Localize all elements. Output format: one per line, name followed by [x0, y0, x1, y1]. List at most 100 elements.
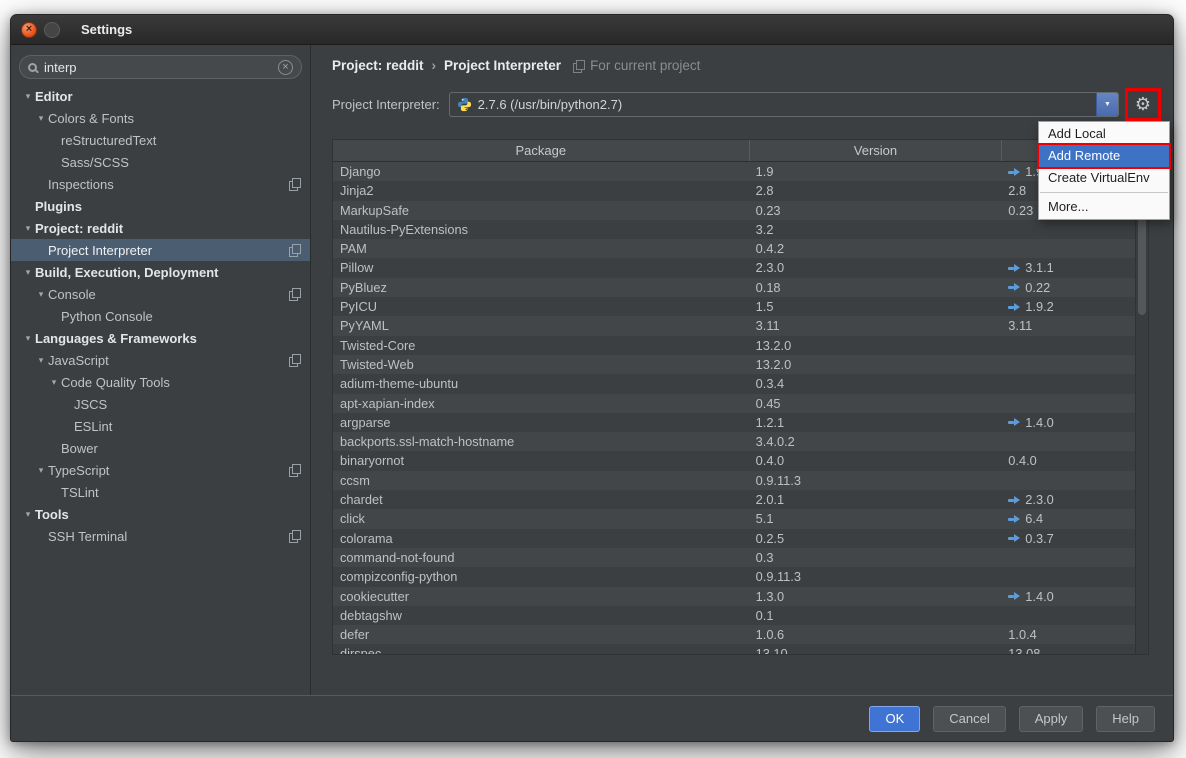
package-latest: 13.08	[1001, 644, 1148, 655]
table-row-dirspec[interactable]: dirspec13.1013.08	[333, 644, 1148, 655]
package-version: 13.2.0	[749, 336, 1002, 355]
expander-icon[interactable]: ▾	[47, 377, 61, 388]
sidebar-item-languages-frameworks[interactable]: ▾Languages & Frameworks	[11, 327, 310, 349]
package-name: ccsm	[333, 471, 749, 490]
expander-icon[interactable]: ▾	[34, 113, 48, 124]
column-header-package[interactable]: Package	[333, 140, 749, 161]
package-latest: 1.9.2	[1001, 297, 1148, 316]
table-row-pyicu[interactable]: PyICU1.51.9.2	[333, 297, 1148, 316]
table-row-defer[interactable]: defer1.0.61.0.4	[333, 625, 1148, 644]
help-button[interactable]: Help	[1096, 706, 1155, 732]
apply-button[interactable]: Apply	[1019, 706, 1084, 732]
breadcrumb-section[interactable]: Project Interpreter	[444, 58, 561, 73]
sidebar-item-python-console[interactable]: Python Console	[11, 305, 310, 327]
upgrade-arrow-icon	[1008, 515, 1020, 523]
sidebar-item-javascript[interactable]: ▾JavaScript	[11, 349, 310, 371]
table-row-debtagshw[interactable]: debtagshw0.1	[333, 606, 1148, 625]
ok-button[interactable]: OK	[869, 706, 920, 732]
dialog-buttons: OK Cancel Apply Help	[11, 695, 1173, 741]
table-row-click[interactable]: click5.16.4	[333, 509, 1148, 528]
settings-search-input[interactable]	[44, 60, 271, 75]
sidebar-item-editor[interactable]: ▾Editor	[11, 85, 310, 107]
expander-icon[interactable]: ▾	[21, 223, 35, 234]
shared-settings-icon	[289, 244, 300, 256]
sidebar-item-label: Python Console	[61, 309, 153, 324]
sidebar-item-jscs[interactable]: JSCS	[11, 393, 310, 415]
menu-item-create-virtualenv[interactable]: Create VirtualEnv	[1039, 167, 1169, 189]
package-table-header: PackageVersionLatest	[333, 140, 1148, 162]
table-row-pybluez[interactable]: PyBluez0.180.22	[333, 278, 1148, 297]
table-row-colorama[interactable]: colorama0.2.50.3.7	[333, 529, 1148, 548]
sidebar-item-build-execution-deployment[interactable]: ▾Build, Execution, Deployment	[11, 261, 310, 283]
interpreter-value: 2.7.6 (/usr/bin/python2.7)	[478, 97, 623, 112]
cancel-button[interactable]: Cancel	[933, 706, 1005, 732]
menu-item-add-remote[interactable]: Add Remote	[1039, 145, 1169, 167]
table-row-twisted-core[interactable]: Twisted-Core13.2.0	[333, 336, 1148, 355]
expander-icon[interactable]: ▾	[21, 91, 35, 102]
expander-icon[interactable]: ▾	[34, 289, 48, 300]
sidebar-item-project-interpreter[interactable]: Project Interpreter	[11, 239, 310, 261]
table-row-binaryornot[interactable]: binaryornot0.4.00.4.0	[333, 451, 1148, 470]
expander-icon[interactable]: ▾	[34, 465, 48, 476]
table-row-pam[interactable]: PAM0.4.2	[333, 239, 1148, 258]
package-latest: 2.3.0	[1001, 490, 1148, 509]
sidebar-item-colors-fonts[interactable]: ▾Colors & Fonts	[11, 107, 310, 129]
table-row-compizconfig-python[interactable]: compizconfig-python0.9.11.3	[333, 567, 1148, 586]
menu-item-more[interactable]: More...	[1039, 196, 1169, 218]
expander-icon[interactable]: ▾	[21, 509, 35, 520]
expander-icon[interactable]: ▾	[21, 267, 35, 278]
sidebar-item-restructuredtext[interactable]: reStructuredText	[11, 129, 310, 151]
clear-search-icon[interactable]: ×	[278, 60, 293, 75]
package-version: 1.9	[749, 162, 1002, 181]
menu-item-add-local[interactable]: Add Local	[1039, 123, 1169, 145]
sidebar-item-code-quality-tools[interactable]: ▾Code Quality Tools	[11, 371, 310, 393]
package-name: Twisted-Core	[333, 336, 749, 355]
sidebar-item-label: SSH Terminal	[48, 529, 127, 544]
table-row-adium-theme-ubuntu[interactable]: adium-theme-ubuntu0.3.4	[333, 374, 1148, 393]
sidebar-item-tslint[interactable]: TSLint	[11, 481, 310, 503]
breadcrumb-project[interactable]: Project: reddit	[332, 58, 424, 73]
table-row-argparse[interactable]: argparse1.2.11.4.0	[333, 413, 1148, 432]
scope-hint-label: For current project	[590, 58, 700, 73]
table-row-apt-xapian-index[interactable]: apt-xapian-index0.45	[333, 394, 1148, 413]
package-version: 3.2	[749, 220, 1002, 239]
titlebar[interactable]: × Settings	[11, 15, 1173, 45]
table-row-backports-ssl-match-hostname[interactable]: backports.ssl-match-hostname3.4.0.2	[333, 432, 1148, 451]
table-row-pillow[interactable]: Pillow2.3.03.1.1	[333, 258, 1148, 277]
table-row-pyyaml[interactable]: PyYAML3.113.11	[333, 316, 1148, 335]
sidebar-item-project-reddit[interactable]: ▾Project: reddit	[11, 217, 310, 239]
settings-tree: ▾Editor▾Colors & FontsreStructuredTextSa…	[11, 85, 310, 547]
package-version: 1.2.1	[749, 413, 1002, 432]
sidebar-item-console[interactable]: ▾Console	[11, 283, 310, 305]
interpreter-settings-gear-button[interactable]: ⚙	[1129, 92, 1157, 117]
window-close-button[interactable]: ×	[21, 22, 37, 38]
sidebar-item-sass-scss[interactable]: Sass/SCSS	[11, 151, 310, 173]
interpreter-combobox[interactable]: 2.7.6 (/usr/bin/python2.7) ▼	[449, 92, 1119, 117]
sidebar-item-eslint[interactable]: ESLint	[11, 415, 310, 437]
sidebar-item-plugins[interactable]: Plugins	[11, 195, 310, 217]
table-row-django[interactable]: Django1.91.9.4	[333, 162, 1148, 181]
settings-search-box[interactable]: ×	[19, 55, 302, 79]
table-row-chardet[interactable]: chardet2.0.12.3.0	[333, 490, 1148, 509]
table-row-twisted-web[interactable]: Twisted-Web13.2.0	[333, 355, 1148, 374]
sidebar-item-typescript[interactable]: ▾TypeScript	[11, 459, 310, 481]
sidebar-item-ssh-terminal[interactable]: SSH Terminal	[11, 525, 310, 547]
package-latest	[1001, 220, 1148, 239]
column-header-version[interactable]: Version	[749, 140, 1002, 161]
sidebar-item-bower[interactable]: Bower	[11, 437, 310, 459]
table-row-ccsm[interactable]: ccsm0.9.11.3	[333, 471, 1148, 490]
sidebar-item-inspections[interactable]: Inspections	[11, 173, 310, 195]
interpreter-row: Project Interpreter: 2.7.6 (/usr/bin/pyt…	[332, 91, 1157, 117]
combobox-dropdown-icon[interactable]: ▼	[1096, 93, 1118, 116]
table-row-cookiecutter[interactable]: cookiecutter1.3.01.4.0	[333, 587, 1148, 606]
table-row-jinja2[interactable]: Jinja22.82.8	[333, 181, 1148, 200]
sidebar-item-tools[interactable]: ▾Tools	[11, 503, 310, 525]
package-version: 5.1	[749, 509, 1002, 528]
window-minimize-button[interactable]	[44, 22, 60, 38]
expander-icon[interactable]: ▾	[34, 355, 48, 366]
sidebar-item-label: Tools	[35, 507, 69, 522]
table-row-nautilus-pyextensions[interactable]: Nautilus-PyExtensions3.2	[333, 220, 1148, 239]
table-row-markupsafe[interactable]: MarkupSafe0.230.23	[333, 201, 1148, 220]
expander-icon[interactable]: ▾	[21, 333, 35, 344]
table-row-command-not-found[interactable]: command-not-found0.3	[333, 548, 1148, 567]
